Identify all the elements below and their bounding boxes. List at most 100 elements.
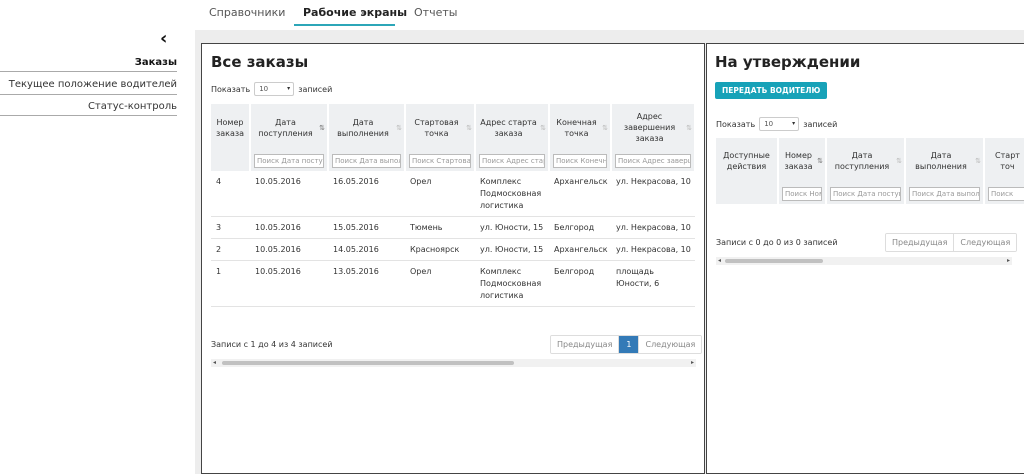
table-row[interactable]: 2 10.05.2016 14.05.2016 Красноярск ул. Ю… bbox=[211, 238, 695, 261]
orders-horizontal-scrollbar[interactable]: ◂ ▸ bbox=[211, 359, 696, 367]
search-input[interactable]: Поиск Адрес завершения заказа bbox=[615, 154, 691, 168]
page-1-button[interactable]: 1 bbox=[618, 336, 639, 353]
filter-cell: Поиск Дата выполнения bbox=[328, 151, 406, 171]
scroll-left-icon[interactable]: ◂ bbox=[718, 257, 721, 265]
cell-completed-date: 16.05.2016 bbox=[328, 171, 405, 217]
cell-end-address: площадь Юности, 6 bbox=[611, 260, 695, 307]
cell-completed-date: 15.05.2016 bbox=[328, 216, 405, 239]
filter-cell: Поиск Номер заказа bbox=[778, 184, 827, 204]
sidebar-item-status-control[interactable]: Статус-контроль bbox=[88, 101, 177, 112]
cell-start-point: Тюмень bbox=[405, 216, 475, 239]
scroll-right-icon[interactable]: ▸ bbox=[691, 359, 694, 367]
approval-horizontal-scrollbar[interactable]: ◂ ▸ bbox=[716, 257, 1012, 265]
search-input[interactable]: Поиск Стартовая точка bbox=[409, 154, 471, 168]
show-suffix: записей bbox=[298, 84, 333, 94]
table-row[interactable]: 1 10.05.2016 13.05.2016 Орел Комплекс По… bbox=[211, 260, 695, 307]
filter-cell-empty bbox=[716, 184, 779, 204]
sort-icon: ⇅ bbox=[686, 123, 692, 132]
scroll-right-icon[interactable]: ▸ bbox=[1007, 257, 1010, 265]
filter-row: Поиск Дата поступления Поиск Дата выполн… bbox=[211, 151, 696, 171]
table-header-row: Доступные действия Номер заказа ⇅ Дата по… bbox=[716, 138, 1024, 184]
column-header[interactable]: Стартовая точка ⇅ bbox=[405, 104, 476, 151]
page-length-select[interactable]: 10 ▾ bbox=[759, 117, 800, 131]
next-page-button[interactable]: Следующая bbox=[953, 234, 1017, 251]
column-header[interactable]: Доступные действия bbox=[716, 138, 779, 184]
page-length-select[interactable]: 10 ▾ bbox=[254, 82, 295, 96]
sort-icon: ⇅ bbox=[896, 157, 902, 165]
column-header[interactable]: Номер заказа bbox=[211, 104, 251, 151]
column-header[interactable]: Старт точ bbox=[984, 138, 1024, 184]
search-input[interactable]: Поиск Номер заказа bbox=[782, 187, 822, 201]
send-to-driver-button[interactable]: ПЕРЕДАТЬ ВОДИТЕЛЮ bbox=[715, 82, 828, 99]
search-input[interactable]: Поиск Дата поступления bbox=[830, 187, 901, 201]
chevron-left-icon[interactable]: ‹ bbox=[160, 30, 167, 48]
column-label: Доступные действия bbox=[723, 151, 770, 171]
column-label: Дата поступления bbox=[258, 117, 313, 138]
column-header[interactable]: Дата выполнения ⇅ bbox=[905, 138, 985, 184]
sort-desc-icon: ⇅ bbox=[319, 123, 325, 132]
tab-reports[interactable]: Отчеты bbox=[414, 6, 457, 19]
cell-order-number: 4 bbox=[211, 171, 250, 217]
column-label: Адрес старта заказа bbox=[480, 117, 537, 138]
sidebar-divider bbox=[0, 115, 177, 116]
tab-directories[interactable]: Справочники bbox=[209, 6, 285, 19]
filter-cell: Поиск Дата поступления bbox=[826, 184, 906, 204]
column-header[interactable]: Дата поступления ⇅ bbox=[826, 138, 906, 184]
approval-pagination: Предыдущая Следующая bbox=[885, 233, 1018, 252]
prev-page-button[interactable]: Предыдущая bbox=[886, 234, 954, 251]
orders-table: Номер заказа Дата поступления ⇅ Дата выпо… bbox=[211, 104, 696, 307]
sort-icon: ⇅ bbox=[975, 157, 981, 165]
column-header[interactable]: Дата выполнения ⇅ bbox=[328, 104, 406, 151]
search-input[interactable]: Поиск bbox=[988, 187, 1024, 201]
sort-icon: ⇅ bbox=[396, 123, 402, 132]
sidebar-item-driver-positions[interactable]: Текущее положение водителей bbox=[9, 79, 177, 90]
column-header[interactable]: Адрес завершения заказа ⇅ bbox=[611, 104, 696, 151]
sidebar-item-orders[interactable]: Заказы bbox=[135, 57, 177, 68]
cell-start-address: ул. Юности, 15 bbox=[475, 238, 549, 261]
page-length-value: 10 bbox=[764, 120, 774, 128]
column-label: Номер заказа bbox=[784, 151, 813, 171]
next-page-button[interactable]: Следующая bbox=[638, 336, 702, 353]
search-input[interactable]: Поиск Дата выполнения bbox=[909, 187, 980, 201]
filter-cell: Поиск Дата выполнения bbox=[905, 184, 985, 204]
cell-start-address: Комплекс Подмосковная логистика bbox=[475, 260, 549, 307]
sort-icon: ⇅ bbox=[602, 123, 608, 132]
filter-cell: Поиск Конечная точка bbox=[549, 151, 612, 171]
cell-order-number: 3 bbox=[211, 216, 250, 239]
search-input[interactable]: Поиск Конечная точка bbox=[553, 154, 607, 168]
filter-cell-empty bbox=[211, 151, 251, 171]
orders-page-length: Показать 10 ▾ записей bbox=[211, 82, 332, 96]
table-header-row: Номер заказа Дата поступления ⇅ Дата выпо… bbox=[211, 104, 696, 151]
filter-cell: Поиск Дата поступления bbox=[250, 151, 329, 171]
column-header[interactable]: Номер заказа ⇅ bbox=[778, 138, 827, 184]
table-row[interactable]: 3 10.05.2016 15.05.2016 Тюмень ул. Юност… bbox=[211, 216, 695, 239]
search-input[interactable]: Поиск Адрес старта заказа bbox=[479, 154, 545, 168]
prev-page-button[interactable]: Предыдущая bbox=[551, 336, 619, 353]
sidebar-divider bbox=[0, 71, 177, 72]
column-header[interactable]: Адрес старта заказа ⇅ bbox=[475, 104, 550, 151]
scroll-left-icon[interactable]: ◂ bbox=[213, 359, 216, 367]
cell-end-address: ул. Некрасова, 10 bbox=[611, 171, 695, 217]
orders-panel-title: Все заказы bbox=[211, 53, 309, 71]
filter-row: Поиск Номер заказа Поиск Дата поступлени… bbox=[716, 184, 1024, 204]
column-label: Стартовая точка bbox=[414, 117, 459, 138]
search-input[interactable]: Поиск Дата поступления bbox=[254, 154, 324, 168]
cell-end-point: Белгород bbox=[549, 216, 611, 239]
tab-work-screens[interactable]: Рабочие экраны bbox=[303, 6, 407, 19]
cell-received-date: 10.05.2016 bbox=[250, 260, 328, 307]
sort-icon: ⇅ bbox=[466, 123, 472, 132]
scrollbar-thumb[interactable] bbox=[222, 361, 514, 365]
scrollbar-thumb[interactable] bbox=[725, 259, 823, 263]
approval-table: Доступные действия Номер заказа ⇅ Дата по… bbox=[716, 138, 1024, 204]
approval-records-info: Записи с 0 до 0 из 0 записей bbox=[716, 238, 838, 247]
cell-order-number: 2 bbox=[211, 238, 250, 261]
table-row[interactable]: 4 10.05.2016 16.05.2016 Орел Комплекс По… bbox=[211, 171, 695, 217]
sidebar: ‹ Заказы Текущее положение водителей Ста… bbox=[0, 30, 195, 474]
column-header[interactable]: Конечная точка ⇅ bbox=[549, 104, 612, 151]
cell-start-point: Орел bbox=[405, 260, 475, 307]
column-header[interactable]: Дата поступления ⇅ bbox=[250, 104, 329, 151]
filter-cell: Поиск bbox=[984, 184, 1024, 204]
search-input[interactable]: Поиск Дата выполнения bbox=[332, 154, 401, 168]
show-label: Показать bbox=[716, 119, 756, 129]
cell-received-date: 10.05.2016 bbox=[250, 171, 328, 217]
